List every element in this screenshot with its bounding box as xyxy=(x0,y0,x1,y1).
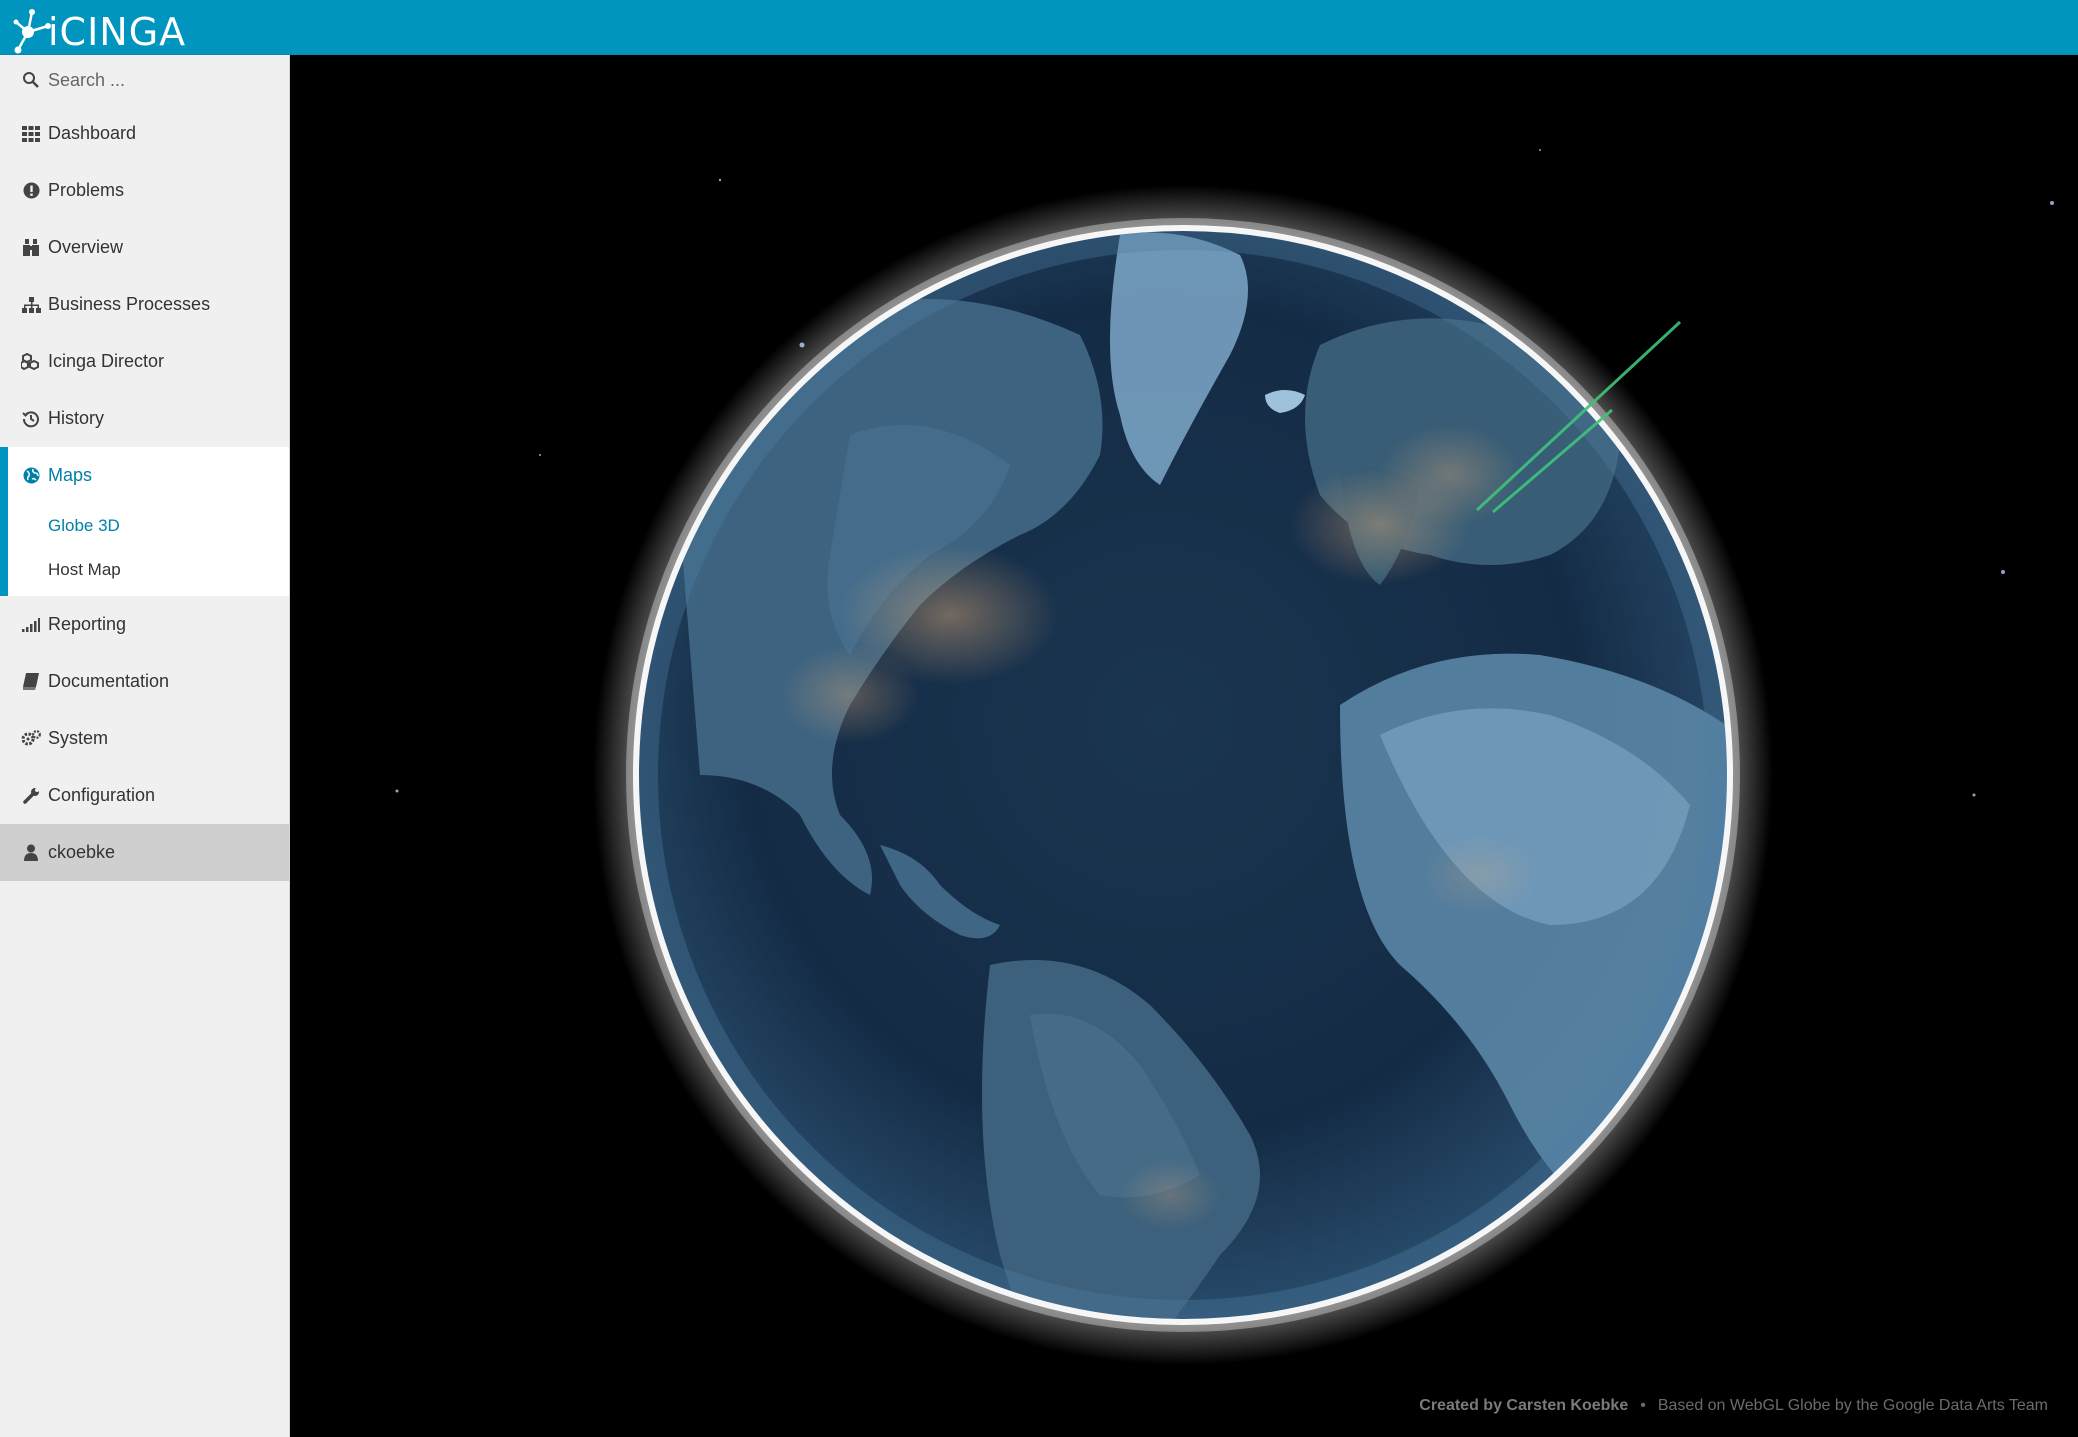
based-on-text: Based on WebGL Globe by the Google Data … xyxy=(1657,1397,2048,1414)
grid-icon xyxy=(20,123,42,145)
user-icon xyxy=(20,842,42,864)
logo-text: iCINGA xyxy=(48,10,187,54)
sidebar-item-label: Configuration xyxy=(48,785,156,805)
sidebar-subitem-globe-3d[interactable]: Globe 3D xyxy=(8,504,289,548)
sidebar-item-documentation[interactable]: Documentation xyxy=(0,653,289,710)
sidebar-item-label: Problems xyxy=(48,180,125,200)
sidebar-item-label: Icinga Director xyxy=(48,351,165,371)
sidebar-item-label: Overview xyxy=(48,237,124,257)
sidebar-item-label: Reporting xyxy=(48,614,127,634)
globe-canvas[interactable] xyxy=(290,55,2078,1437)
gears-icon xyxy=(20,728,42,750)
globe-icon xyxy=(20,465,42,487)
sidebar-item-reporting[interactable]: Reporting xyxy=(0,596,289,653)
sidebar-item-history[interactable]: History xyxy=(0,390,289,447)
sidebar-item-maps[interactable]: Maps xyxy=(0,447,289,504)
exclamation-circle-icon xyxy=(20,180,42,202)
maps-submenu: Globe 3D Host Map xyxy=(0,504,289,596)
sidebar-item-label: Business Processes xyxy=(48,294,211,314)
footer-separator: • xyxy=(1640,1397,1646,1414)
earth-globe[interactable] xyxy=(626,218,1740,1435)
wrench-icon xyxy=(20,785,42,807)
bar-chart-icon xyxy=(20,614,42,636)
sidebar-item-problems[interactable]: Problems xyxy=(0,162,289,219)
sidebar: Search ... Dashboard Problems Overview B… xyxy=(0,55,290,1437)
sidebar-item-user[interactable]: ckoebke xyxy=(0,824,289,881)
binoculars-icon xyxy=(20,237,42,259)
sidebar-item-system[interactable]: System xyxy=(0,710,289,767)
history-icon xyxy=(20,408,42,430)
top-bar: iCINGA xyxy=(0,0,2078,55)
sidebar-subitem-host-map[interactable]: Host Map xyxy=(8,548,289,592)
sidebar-item-configuration[interactable]: Configuration xyxy=(0,767,289,824)
search-placeholder: Search ... xyxy=(48,69,126,90)
sidebar-item-label: Maps xyxy=(48,465,93,485)
sidebar-item-icinga-director[interactable]: Icinga Director xyxy=(0,333,289,390)
cubes-icon xyxy=(20,351,42,373)
search-icon xyxy=(20,69,42,91)
sidebar-item-label: Dashboard xyxy=(48,123,137,143)
sidebar-item-label: History xyxy=(48,408,105,428)
sidebar-item-label: Documentation xyxy=(48,671,170,691)
sidebar-item-business-processes[interactable]: Business Processes xyxy=(0,276,289,333)
globe-3d-view[interactable]: Created by Carsten Koebke • Based on WebGL… xyxy=(290,55,2078,1437)
sidebar-item-dashboard[interactable]: Dashboard xyxy=(0,105,289,162)
sidebar-item-label: System xyxy=(48,728,109,748)
logo-mark-icon xyxy=(13,9,51,54)
book-icon xyxy=(20,671,42,693)
sidebar-item-overview[interactable]: Overview xyxy=(0,219,289,276)
icinga-logo[interactable]: iCINGA xyxy=(12,2,186,54)
sitemap-icon xyxy=(20,294,42,316)
created-by-text: Created by Carsten Koebke xyxy=(1419,1397,1629,1414)
user-name: ckoebke xyxy=(48,842,116,862)
search-input[interactable]: Search ... xyxy=(0,55,289,105)
credit-footer: Created by Carsten Koebke • Based on WebGL… xyxy=(1419,1397,2048,1415)
